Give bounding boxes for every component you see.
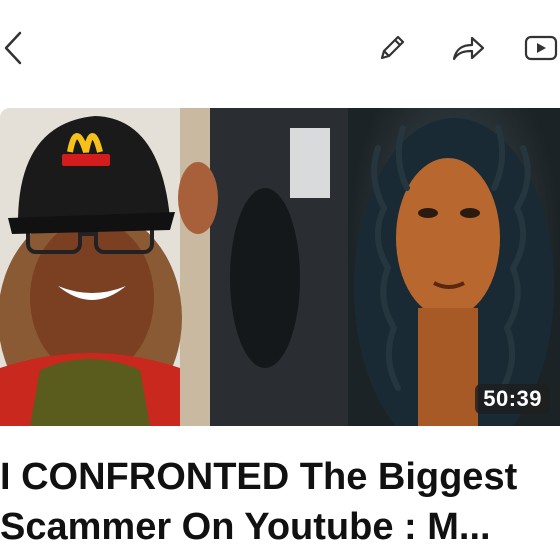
share-button[interactable] — [448, 30, 488, 66]
back-button[interactable] — [0, 28, 28, 68]
person-right-illustration — [354, 118, 554, 426]
video-duration-badge: 50:39 — [475, 384, 550, 414]
youtube-button[interactable] — [522, 32, 560, 64]
thumbnail-right-image — [348, 108, 560, 426]
video-title-line-2: Scammer On Youtube : M... — [0, 506, 491, 548]
top-toolbar — [0, 0, 560, 100]
person-left-illustration — [0, 108, 348, 426]
video-thumbnail[interactable]: 50:39 — [0, 108, 560, 426]
share-arrow-icon — [452, 36, 485, 61]
youtube-play-icon — [524, 35, 558, 61]
video-title-line-1: I CONFRONTED The Biggest — [0, 456, 518, 498]
pencil-icon — [380, 35, 405, 60]
video-title[interactable]: I CONFRONTED The Biggest Scammer On Yout… — [0, 452, 560, 552]
thumbnail-left-image — [0, 108, 348, 426]
chevron-left-icon — [4, 31, 22, 65]
edit-button[interactable] — [374, 30, 410, 66]
